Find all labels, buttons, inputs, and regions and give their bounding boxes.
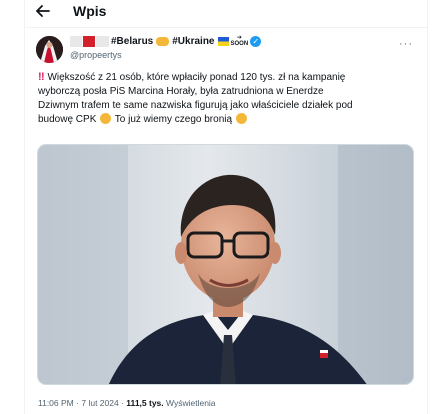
tweet-date[interactable]: 7 lut 2024 xyxy=(81,398,118,408)
views-count: 111,5 tys. xyxy=(126,398,164,408)
soon-arrow-icon: ➔ SOON xyxy=(230,35,249,47)
right-border xyxy=(427,0,428,414)
author-name-part2: #Ukraine xyxy=(172,35,215,47)
author-name-part1: #Belarus xyxy=(111,35,154,47)
tweet-line-4-text: budowę CPK xyxy=(38,114,97,125)
ukraine-flag-icon xyxy=(217,36,229,46)
tweet-time[interactable]: 11:06 PM xyxy=(38,398,74,408)
avatar-image xyxy=(36,36,63,63)
photo-portrait-image xyxy=(38,145,413,384)
handshake-icon xyxy=(156,36,170,46)
tweet-photo[interactable] xyxy=(37,144,414,385)
meta-separator: · xyxy=(76,398,79,408)
tweet-line-1-text: Większość z 21 osób, które wpłaciły pona… xyxy=(47,72,346,83)
tweet-line-1: ‼ Większość z 21 osób, które wpłaciły po… xyxy=(38,70,418,85)
author-handle[interactable]: @propeertys xyxy=(70,50,122,60)
back-button[interactable] xyxy=(33,2,53,20)
laughing-face-icon xyxy=(235,113,247,124)
flag-icon xyxy=(70,35,110,47)
double-exclamation-icon: ‼ xyxy=(38,71,45,83)
page-header: Wpis xyxy=(25,0,427,22)
author-name[interactable]: #Belarus #Ukraine ➔ SOON ✓ xyxy=(70,34,262,48)
tweet-text: ‼ Większość z 21 osób, które wpłaciły po… xyxy=(38,70,418,127)
verified-badge-icon: ✓ xyxy=(250,35,262,47)
tweet-line-4-text-b: To już wiemy czego bronią xyxy=(114,114,233,125)
soon-label: SOON xyxy=(230,41,249,47)
more-options-button[interactable]: ··· xyxy=(399,38,413,50)
left-border xyxy=(24,0,25,414)
tweet-meta: 11:06 PM · 7 lut 2024 · 111,5 tys. Wyświ… xyxy=(38,398,216,408)
tweet-line-4: budowę CPK To już wiemy czego bronią xyxy=(38,113,418,127)
tweet-line-3: Dziwnym trafem te same nazwiska figurują… xyxy=(38,100,353,111)
astonished-face-icon xyxy=(100,113,112,124)
tweet-line-2: wyborczą posła PiS Marcina Horały, była … xyxy=(38,86,324,97)
views-label: Wyświetlenia xyxy=(166,398,216,408)
header-divider xyxy=(25,27,427,28)
arrow-left-icon xyxy=(36,5,50,17)
more-horizontal-icon: ··· xyxy=(399,38,413,50)
avatar[interactable] xyxy=(36,36,63,63)
meta-separator-2: · xyxy=(121,398,124,408)
page-title: Wpis xyxy=(73,3,107,19)
